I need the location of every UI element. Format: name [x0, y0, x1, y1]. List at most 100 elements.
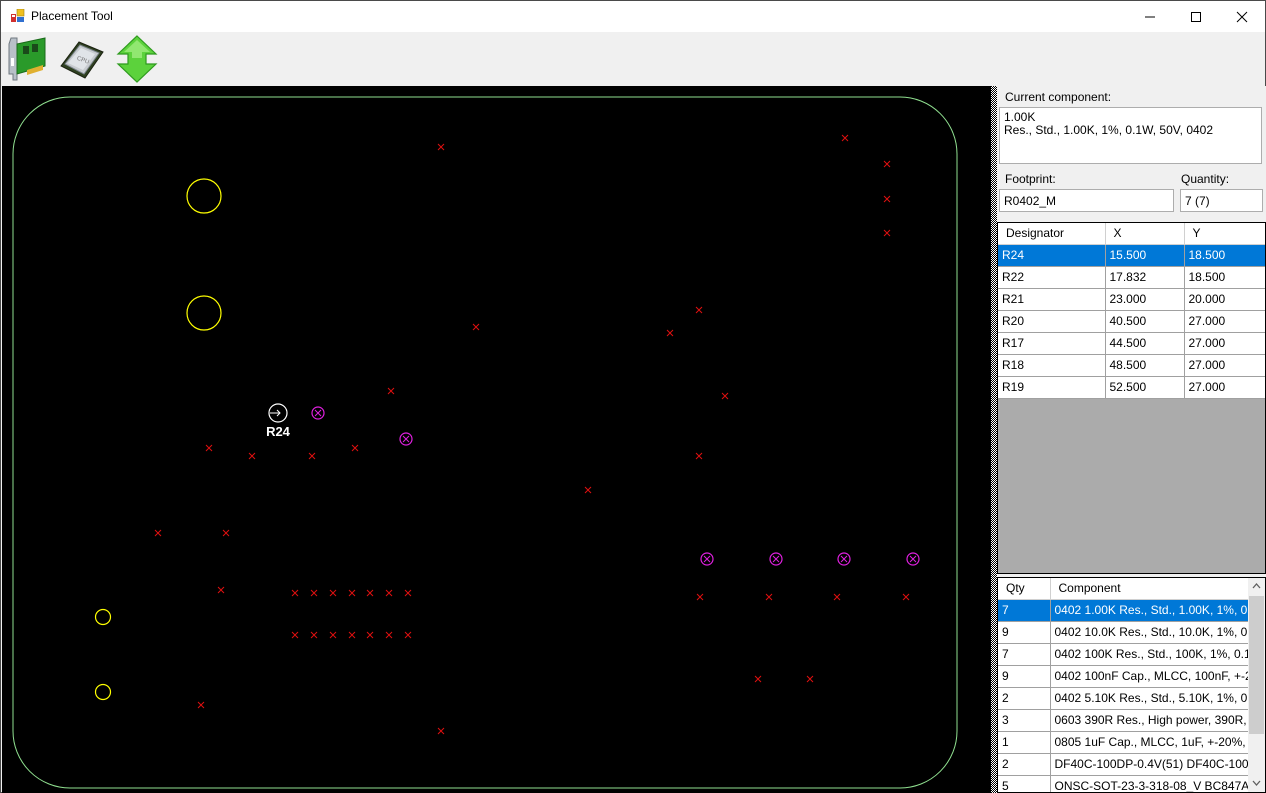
unplaced-marker[interactable] — [806, 675, 814, 683]
quantity-field[interactable]: 7 (7) — [1180, 189, 1263, 212]
unplaced-marker[interactable] — [348, 589, 356, 597]
unplaced-marker[interactable] — [883, 160, 891, 168]
placement-row[interactable]: R18 48.500 27.000 — [998, 354, 1265, 377]
unplaced-marker[interactable] — [387, 387, 395, 395]
unplaced-marker[interactable] — [310, 589, 318, 597]
component-cell[interactable]: 0402 100K Res., Std., 100K, 1%, 0.1... — [1050, 643, 1249, 666]
unplaced-marker[interactable] — [883, 229, 891, 237]
component-row[interactable]: 2 DF40C-100DP-0.4V(51) DF40C-100D... — [998, 753, 1249, 776]
y-cell[interactable]: 18.500 — [1184, 266, 1265, 289]
components-grid[interactable]: Qty Component 7 0402 1.00K Res., Std., 1.… — [997, 577, 1266, 793]
placement-row[interactable]: R20 40.500 27.000 — [998, 310, 1265, 333]
y-cell[interactable]: 27.000 — [1184, 376, 1265, 399]
qty-cell[interactable]: 2 — [998, 687, 1051, 710]
unplaced-marker[interactable] — [329, 589, 337, 597]
unplaced-marker[interactable] — [205, 444, 213, 452]
designator-cell[interactable]: R24 — [998, 244, 1106, 267]
unplaced-marker[interactable] — [291, 589, 299, 597]
unplaced-marker[interactable] — [197, 701, 205, 709]
y-cell[interactable]: 20.000 — [1184, 288, 1265, 311]
unplaced-marker[interactable] — [366, 631, 374, 639]
qty-cell[interactable]: 9 — [998, 621, 1051, 644]
unplaced-marker[interactable] — [437, 727, 445, 735]
placement-row[interactable]: R24 15.500 18.500 — [998, 244, 1265, 267]
qty-cell[interactable]: 2 — [998, 753, 1051, 776]
unplaced-marker[interactable] — [310, 631, 318, 639]
column-header-designator[interactable]: Designator — [998, 223, 1106, 245]
maximize-button[interactable] — [1173, 1, 1219, 32]
unplaced-marker[interactable] — [883, 195, 891, 203]
unplaced-marker[interactable] — [222, 529, 230, 537]
unplaced-marker[interactable] — [437, 143, 445, 151]
unplaced-marker[interactable] — [695, 306, 703, 314]
unplaced-marker[interactable] — [154, 529, 162, 537]
qty-cell[interactable]: 5 — [998, 775, 1051, 792]
component-row[interactable]: 9 0402 10.0K Res., Std., 10.0K, 1%, 0.1..… — [998, 621, 1249, 644]
component-cell[interactable]: 0402 1.00K Res., Std., 1.00K, 1%, 0.1... — [1050, 599, 1249, 622]
unplaced-marker[interactable] — [696, 593, 704, 601]
qty-cell[interactable]: 7 — [998, 643, 1051, 666]
y-cell[interactable]: 18.500 — [1184, 244, 1265, 267]
component-row[interactable]: 2 0402 5.10K Res., Std., 5.10K, 1%, 0.1..… — [998, 687, 1249, 710]
unplaced-marker[interactable] — [833, 593, 841, 601]
current-component-field[interactable]: 1.00K Res., Std., 1.00K, 1%, 0.1W, 50V, … — [999, 107, 1262, 164]
y-cell[interactable]: 27.000 — [1184, 332, 1265, 355]
designator-cell[interactable]: R21 — [998, 288, 1106, 311]
unplaced-marker[interactable] — [385, 631, 393, 639]
designator-cell[interactable]: R22 — [998, 266, 1106, 289]
unplaced-marker[interactable] — [308, 452, 316, 460]
placement-row[interactable]: R21 23.000 20.000 — [998, 288, 1265, 311]
qty-cell[interactable]: 7 — [998, 599, 1051, 622]
x-cell[interactable]: 48.500 — [1105, 354, 1185, 377]
unplaced-marker[interactable] — [472, 323, 480, 331]
x-cell[interactable]: 44.500 — [1105, 332, 1185, 355]
component-cell[interactable]: ONSC-SOT-23-3-318-08_V BC847AL... — [1050, 775, 1249, 792]
scroll-down-button[interactable] — [1248, 775, 1265, 792]
unplaced-marker[interactable] — [329, 631, 337, 639]
component-cell[interactable]: 0805 1uF Cap., MLCC, 1uF, +-20%, X... — [1050, 731, 1249, 754]
unplaced-marker[interactable] — [695, 452, 703, 460]
component-row[interactable]: 7 0402 100K Res., Std., 100K, 1%, 0.1... — [998, 643, 1249, 666]
unplaced-marker[interactable] — [902, 593, 910, 601]
unplaced-marker[interactable] — [754, 675, 762, 683]
unplaced-marker[interactable] — [584, 486, 592, 494]
scroll-up-button[interactable] — [1248, 578, 1265, 595]
x-cell[interactable]: 52.500 — [1105, 376, 1185, 399]
placement-row[interactable]: R17 44.500 27.000 — [998, 332, 1265, 355]
unplaced-marker[interactable] — [248, 452, 256, 460]
designator-cell[interactable]: R18 — [998, 354, 1106, 377]
cpu-button[interactable]: CPU — [57, 34, 107, 84]
component-cell[interactable]: 0603 390R Res., High power, 390R, 1... — [1050, 709, 1249, 732]
unplaced-marker[interactable] — [404, 589, 412, 597]
current-component-marker[interactable] — [837, 552, 851, 566]
placement-row[interactable]: R19 52.500 27.000 — [998, 376, 1265, 399]
x-cell[interactable]: 40.500 — [1105, 310, 1185, 333]
column-header-component[interactable]: Component — [1050, 578, 1249, 600]
close-button[interactable] — [1219, 1, 1265, 32]
qty-cell[interactable]: 9 — [998, 665, 1051, 688]
designator-cell[interactable]: R20 — [998, 310, 1106, 333]
unplaced-marker[interactable] — [666, 329, 674, 337]
qty-cell[interactable]: 1 — [998, 731, 1051, 754]
component-row[interactable]: 7 0402 1.00K Res., Std., 1.00K, 1%, 0.1..… — [998, 599, 1249, 622]
unplaced-marker[interactable] — [841, 134, 849, 142]
unplaced-marker[interactable] — [348, 631, 356, 639]
unplaced-marker[interactable] — [385, 589, 393, 597]
component-row[interactable]: 9 0402 100nF Cap., MLCC, 100nF, +-20... — [998, 665, 1249, 688]
unplaced-marker[interactable] — [404, 631, 412, 639]
x-cell[interactable]: 15.500 — [1105, 244, 1185, 267]
component-row[interactable]: 1 0805 1uF Cap., MLCC, 1uF, +-20%, X... — [998, 731, 1249, 754]
component-cell[interactable]: DF40C-100DP-0.4V(51) DF40C-100D... — [1050, 753, 1249, 776]
unplaced-marker[interactable] — [765, 593, 773, 601]
current-component-marker[interactable] — [399, 432, 413, 446]
unplaced-marker[interactable] — [351, 444, 359, 452]
current-component-marker[interactable] — [906, 552, 920, 566]
component-cell[interactable]: 0402 100nF Cap., MLCC, 100nF, +-20... — [1050, 665, 1249, 688]
column-header-x[interactable]: X — [1105, 223, 1185, 245]
x-cell[interactable]: 23.000 — [1105, 288, 1185, 311]
footprint-field[interactable]: R0402_M — [999, 189, 1174, 212]
component-row[interactable]: 5 ONSC-SOT-23-3-318-08_V BC847AL... — [998, 775, 1249, 792]
component-cell[interactable]: 0402 5.10K Res., Std., 5.10K, 1%, 0.1... — [1050, 687, 1249, 710]
column-header-qty[interactable]: Qty — [998, 578, 1051, 600]
unplaced-marker[interactable] — [366, 589, 374, 597]
